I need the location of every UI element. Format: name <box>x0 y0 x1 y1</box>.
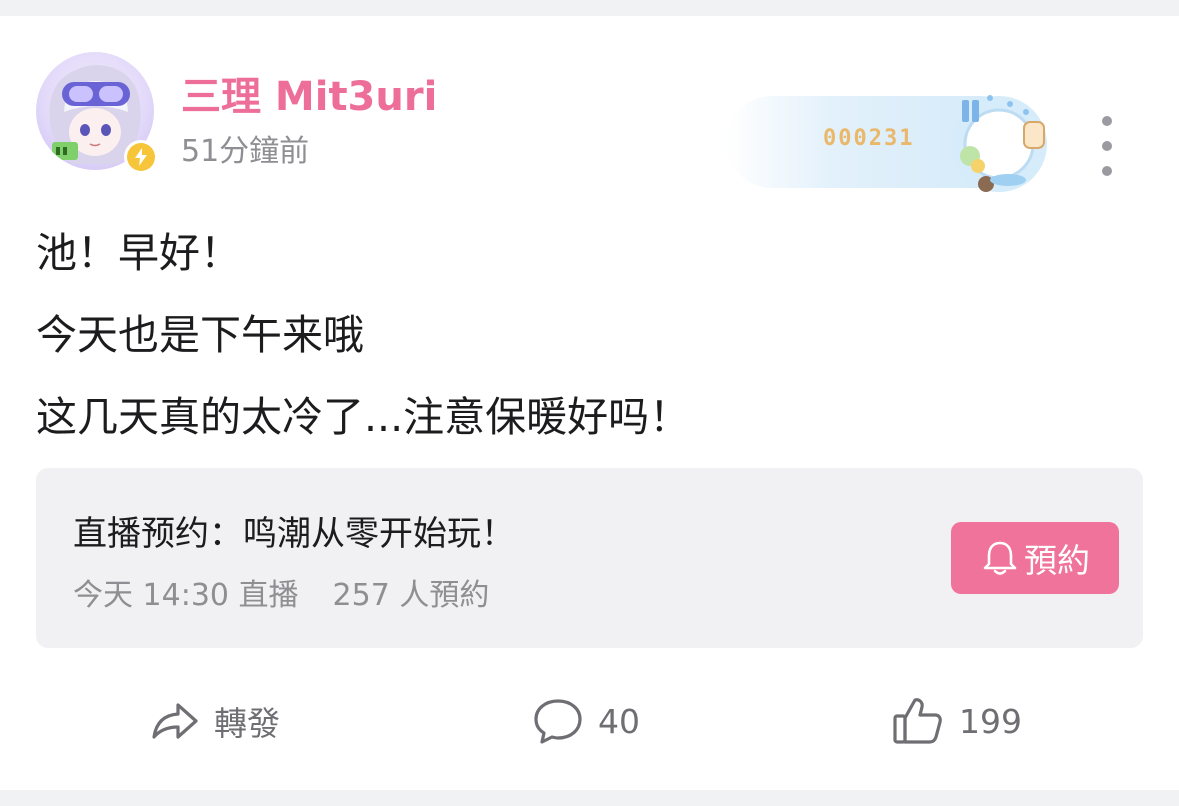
decorative-emblem-icon <box>951 95 1047 192</box>
reserve-button-label: 預約 <box>1024 541 1090 580</box>
like-button[interactable]: 199 <box>891 691 1022 751</box>
live-reservation-card[interactable]: 直播预约：鸣潮从零开始玩！ 今天 14:30 直播 257 人預約 預約 <box>36 468 1143 648</box>
share-label: 轉發 <box>214 704 280 743</box>
live-reservation-title: 直播预约：鸣潮从零开始玩！ <box>73 514 515 554</box>
post-content-line: 这几天真的太冷了...注意保暖好吗！ <box>36 393 691 441</box>
lightning-icon <box>135 148 147 166</box>
fan-badge[interactable]: 000231 <box>726 94 1056 198</box>
live-reservation-meta: 今天 14:30 直播 257 人預約 <box>73 570 489 614</box>
post-content-line: 今天也是下午来哦 <box>36 311 364 359</box>
fan-badge-number: 000231 <box>823 126 915 151</box>
share-button[interactable]: 轉發 <box>150 691 280 751</box>
live-reservation-count: 257 人預約 <box>332 578 490 613</box>
post-content-line: 池！早好！ <box>36 229 241 277</box>
more-options-button[interactable] <box>1090 116 1124 176</box>
post-content: 池！早好！ 今天也是下午来哦 这几天真的太冷了...注意保暖好吗！ <box>36 212 1136 458</box>
post-timestamp: 51分鐘前 <box>181 134 310 169</box>
comment-bubble-icon <box>534 699 582 744</box>
comment-button[interactable]: 40 <box>532 691 640 751</box>
live-reservation-time: 今天 14:30 直播 <box>73 578 299 613</box>
share-arrow-icon <box>152 703 198 739</box>
vertical-ellipsis-icon <box>1102 116 1112 126</box>
bell-icon <box>983 541 1017 575</box>
thumbs-up-icon <box>893 698 942 744</box>
like-count: 199 <box>959 701 1022 741</box>
verified-badge <box>124 140 158 174</box>
comment-count: 40 <box>598 701 640 741</box>
post-card: 三理 Mit3uri 51分鐘前 000231 池！早好！ 今天也是下午来哦 这… <box>0 16 1179 790</box>
author-avatar-container[interactable] <box>36 52 158 174</box>
reserve-button[interactable]: 預約 <box>951 522 1119 594</box>
author-name[interactable]: 三理 Mit3uri <box>181 64 437 122</box>
